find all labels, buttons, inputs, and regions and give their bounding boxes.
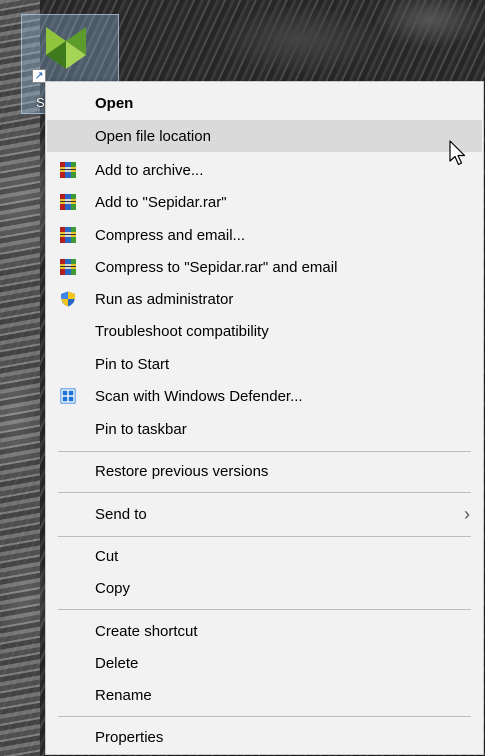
menu-item-open[interactable]: Open <box>47 87 482 119</box>
menu-item-add-to-archive[interactable]: Add to archive... <box>47 154 482 186</box>
menu-item-label: Pin to Start <box>95 355 170 373</box>
menu-item-cut[interactable]: Cut <box>47 540 482 572</box>
menu-item-rename[interactable]: Rename <box>47 679 482 711</box>
menu-item-label: Properties <box>95 728 164 746</box>
menu-separator <box>58 716 471 717</box>
menu-item-label: Copy <box>95 579 131 597</box>
menu-item-properties[interactable]: Properties <box>47 721 482 753</box>
menu-item-label: Pin to taskbar <box>95 420 187 438</box>
winrar-icon <box>60 259 76 275</box>
menu-item-label: Delete <box>95 654 139 672</box>
sepidar-logo-icon <box>46 27 86 69</box>
menu-item-add-to-sepidar-rar[interactable]: Add to "Sepidar.rar" <box>47 186 482 218</box>
menu-separator <box>58 492 471 493</box>
menu-item-label: Add to archive... <box>95 161 204 179</box>
context-menu: Open Open file location Add to archive..… <box>45 81 484 755</box>
menu-item-label: Add to "Sepidar.rar" <box>95 193 227 211</box>
winrar-icon <box>60 162 76 178</box>
menu-item-label: Run as administrator <box>95 290 234 308</box>
mouse-pointer-icon <box>449 140 466 166</box>
menu-item-compress-to-rar-and-email[interactable]: Compress to "Sepidar.rar" and email <box>47 251 482 283</box>
menu-separator <box>58 609 471 610</box>
menu-item-label: Rename <box>95 686 152 704</box>
winrar-icon <box>60 227 76 243</box>
menu-item-label: Open file location <box>95 127 211 145</box>
menu-item-label: Create shortcut <box>95 622 198 640</box>
menu-item-restore-previous-versions[interactable]: Restore previous versions <box>47 455 482 487</box>
menu-item-label: Restore previous versions <box>95 462 269 480</box>
menu-item-pin-to-start[interactable]: Pin to Start <box>47 348 482 380</box>
desktop-icon-label: S <box>36 95 45 110</box>
menu-item-create-shortcut[interactable]: Create shortcut <box>47 615 482 647</box>
menu-item-scan-with-windows-defender[interactable]: Scan with Windows Defender... <box>47 380 482 412</box>
menu-item-label: Scan with Windows Defender... <box>95 387 303 405</box>
menu-item-label: Compress to "Sepidar.rar" and email <box>95 258 338 276</box>
menu-item-pin-to-taskbar[interactable]: Pin to taskbar <box>47 413 482 445</box>
windows-defender-icon <box>60 388 76 404</box>
menu-item-copy[interactable]: Copy <box>47 572 482 604</box>
menu-item-run-as-administrator[interactable]: Run as administrator <box>47 283 482 315</box>
menu-item-label: Troubleshoot compatibility <box>95 322 269 340</box>
menu-item-troubleshoot-compatibility[interactable]: Troubleshoot compatibility <box>47 315 482 347</box>
menu-item-label: Cut <box>95 547 119 565</box>
menu-item-delete[interactable]: Delete <box>47 647 482 679</box>
menu-item-label: Compress and email... <box>95 226 246 244</box>
menu-item-compress-and-email[interactable]: Compress and email... <box>47 219 482 251</box>
chevron-right-icon: › <box>464 504 470 524</box>
menu-item-label: Send to <box>95 505 147 523</box>
menu-item-send-to[interactable]: Send to › <box>47 498 482 530</box>
menu-item-open-file-location[interactable]: Open file location <box>47 120 482 152</box>
menu-separator <box>58 536 471 537</box>
uac-shield-icon <box>61 291 75 307</box>
menu-item-label: Open <box>95 94 134 112</box>
menu-separator <box>58 451 471 452</box>
winrar-icon <box>60 194 76 210</box>
shortcut-arrow-icon: ↗ <box>32 69 46 83</box>
